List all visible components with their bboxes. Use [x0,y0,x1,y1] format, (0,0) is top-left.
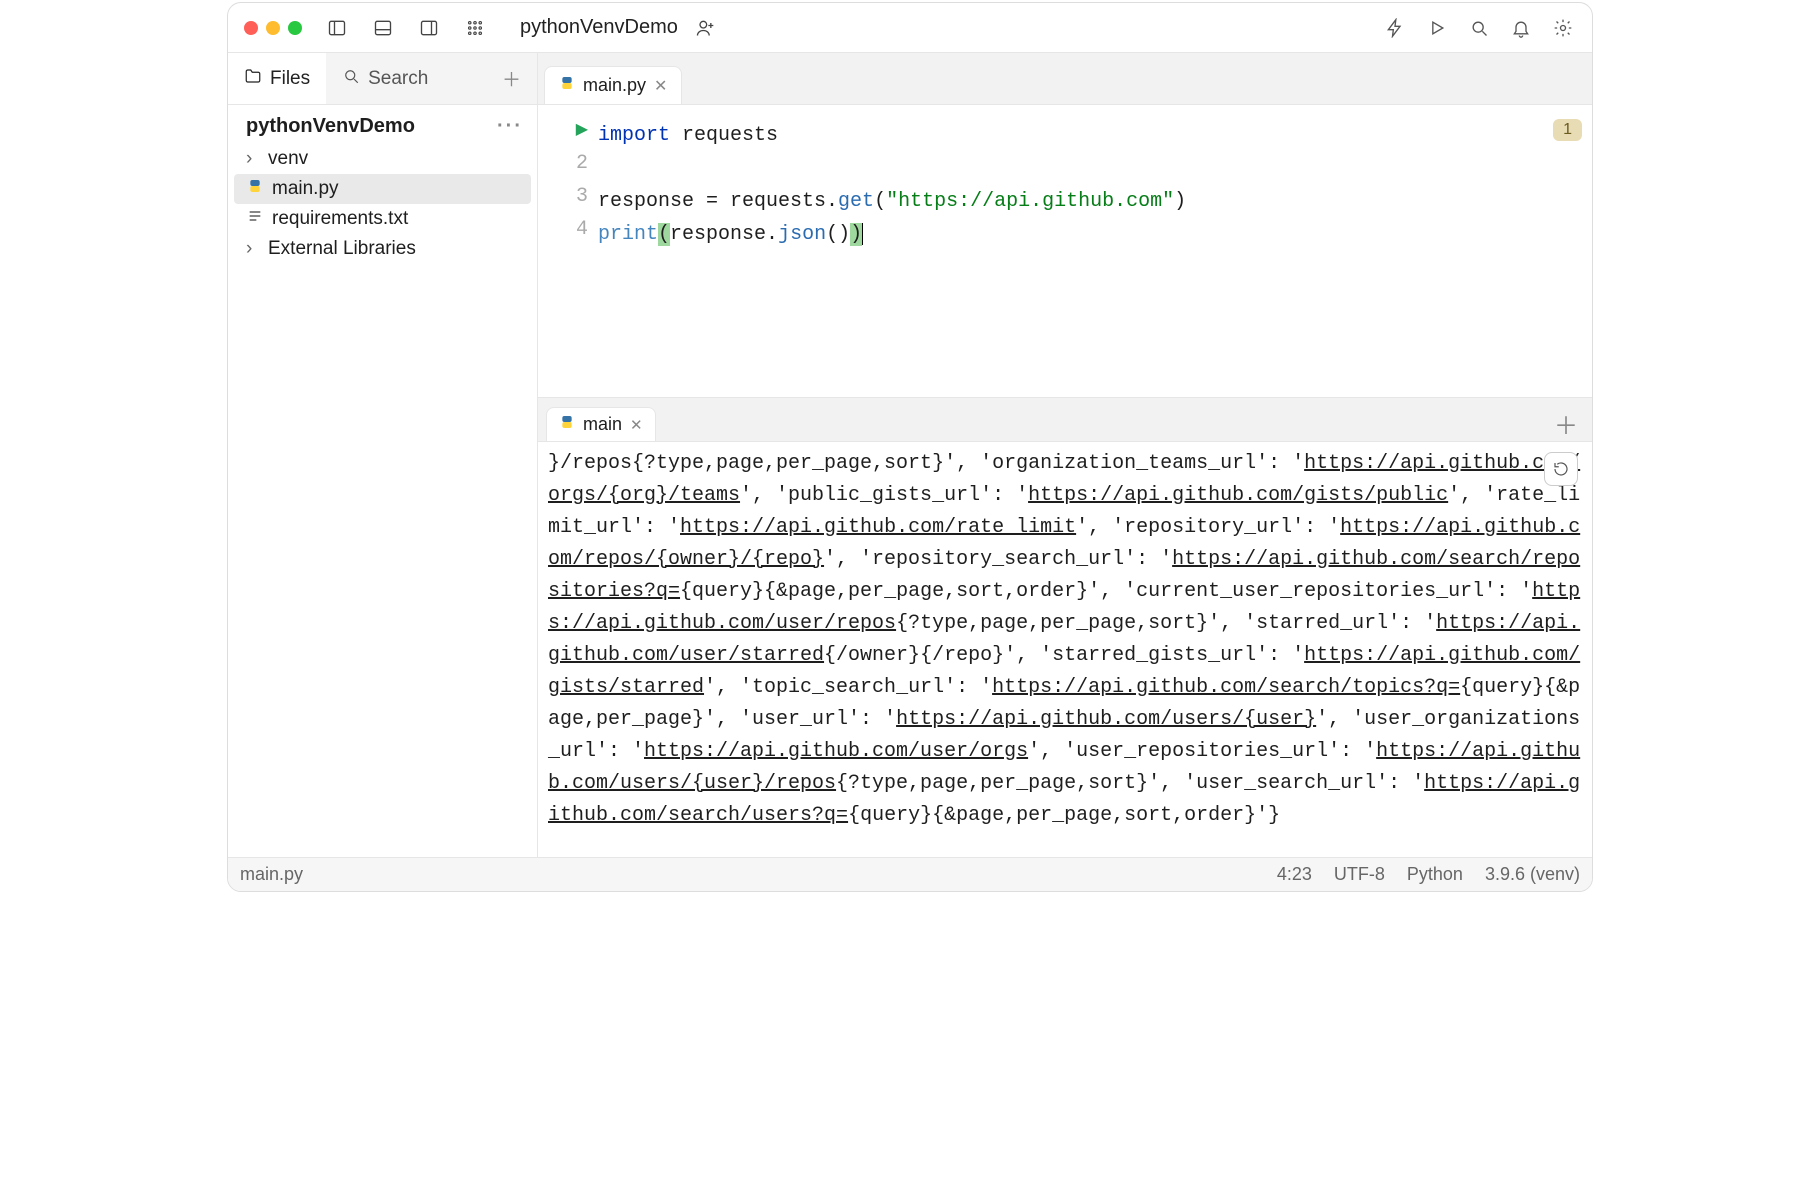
text-file-icon [246,208,264,230]
close-window-button[interactable] [244,21,258,35]
editor-tabs: main.py ✕ [538,53,1592,105]
python-file-icon [246,178,264,200]
run-icon[interactable] [1418,9,1456,47]
more-icon[interactable]: ··· [497,115,523,138]
tree-label: requirements.txt [272,208,408,230]
run-tool-window: main ✕ ＋ }/repos{?type,page,per_page,sor… [538,397,1592,857]
panel-right-icon[interactable] [410,9,448,47]
editor-tab-label: main.py [583,75,646,96]
tree-item-main-py[interactable]: main.py [234,174,531,204]
gear-icon[interactable] [1544,9,1582,47]
gutter-run-icon[interactable]: ▶ [538,119,588,152]
window-title: pythonVenvDemo [520,16,678,39]
search-icon [342,67,360,91]
soft-wrap-icon[interactable] [1544,452,1578,486]
inspection-badge[interactable]: 1 [1553,119,1582,141]
zoom-window-button[interactable] [288,21,302,35]
search-icon[interactable] [1460,9,1498,47]
line-number: 4 [538,218,588,251]
apps-grid-icon[interactable] [456,9,494,47]
status-interpreter[interactable]: 3.9.6 (venv) [1485,864,1580,885]
file-tree: › venv main.py requirements.txt › Extern… [228,144,537,264]
python-file-icon [559,414,575,435]
add-run-config-icon[interactable]: ＋ [1540,406,1592,441]
tree-item-requirements[interactable]: requirements.txt [234,204,531,234]
project-header[interactable]: pythonVenvDemo ··· [228,105,537,144]
sidebar-tab-label: Files [270,68,310,90]
status-language[interactable]: Python [1407,864,1463,885]
code-lines[interactable]: import requestsresponse = requests.get("… [598,105,1592,397]
run-tab-label: main [583,414,622,435]
tree-item-external-libs[interactable]: › External Libraries [234,234,531,264]
add-tab-icon[interactable]: ＋ [502,65,521,92]
sidebar-tab-label: Search [368,68,428,90]
tree-item-venv[interactable]: › venv [234,144,531,174]
status-file[interactable]: main.py [240,864,303,885]
run-tab-main[interactable]: main ✕ [546,407,656,441]
sidebar: Files Search ＋ pythonVenvDemo ··· › venv [228,53,538,857]
gutter: ▶ 2 3 4 [538,105,598,397]
sidebar-tabs: Files Search ＋ [228,53,537,105]
ide-window: pythonVenvDemo Files Search ＋ [227,2,1593,892]
window-controls [238,21,302,35]
titlebar: pythonVenvDemo [228,3,1592,53]
tree-label: venv [268,148,308,170]
tree-label: External Libraries [268,238,416,260]
sidebar-tab-files[interactable]: Files [228,53,326,104]
status-bar: main.py 4:23 UTF-8 Python 3.9.6 (venv) [228,857,1592,891]
panel-bottom-icon[interactable] [364,9,402,47]
run-tabs: main ✕ ＋ [538,398,1592,442]
add-collaborator-icon[interactable] [686,9,724,47]
close-icon[interactable]: ✕ [654,76,667,96]
bell-icon[interactable] [1502,9,1540,47]
line-number: 3 [538,185,588,218]
bolt-icon[interactable] [1376,9,1414,47]
folder-icon [244,67,262,91]
chevron-right-icon: › [246,238,260,260]
console-output[interactable]: }/repos{?type,page,per_page,sort}', 'org… [538,442,1592,857]
minimize-window-button[interactable] [266,21,280,35]
close-icon[interactable]: ✕ [630,416,643,434]
sidebar-tab-search[interactable]: Search ＋ [326,53,537,104]
chevron-right-icon: › [246,148,260,170]
python-file-icon [559,75,575,96]
line-number: 2 [538,152,588,185]
main-area: main.py ✕ ▶ 2 3 4 import requestsrespons… [538,53,1592,857]
panel-left-icon[interactable] [318,9,356,47]
tree-label: main.py [272,178,339,200]
project-name: pythonVenvDemo [246,115,415,138]
editor-tab-main[interactable]: main.py ✕ [544,66,682,104]
code-editor[interactable]: ▶ 2 3 4 import requestsresponse = reques… [538,105,1592,397]
status-caret-pos[interactable]: 4:23 [1277,864,1312,885]
status-encoding[interactable]: UTF-8 [1334,864,1385,885]
